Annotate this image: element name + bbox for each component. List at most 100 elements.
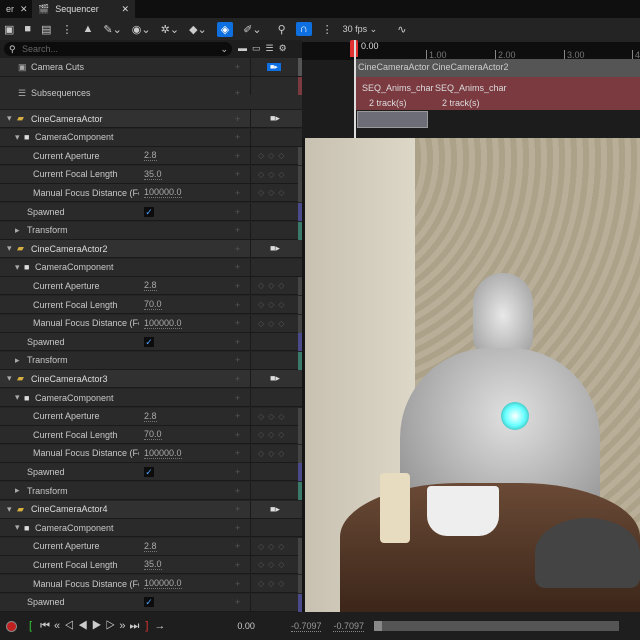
add-icon[interactable]: + (235, 318, 240, 328)
viewport[interactable] (305, 138, 640, 612)
edit-icon[interactable]: ✐⌄ (243, 23, 261, 36)
track-row-sp[interactable]: + Spawned ✓ (0, 593, 302, 612)
snap-magnet-icon[interactable]: ∩ (295, 22, 312, 36)
add-icon[interactable]: + (235, 467, 240, 477)
spawned-checkbox[interactable]: ✓ (144, 206, 154, 217)
camera-cut-section[interactable]: CineCameraActor (358, 62, 430, 72)
keyframe-nav-icons[interactable]: ◇◇◇ (258, 430, 288, 439)
track-row-fl[interactable]: + Current Focal Length 70.0 ◇◇◇ (0, 296, 302, 314)
track-row-cuts[interactable]: + ▣ Camera Cuts ■▸ (0, 58, 302, 77)
property-value[interactable]: 35.0 (144, 559, 162, 571)
add-icon[interactable]: + (235, 114, 240, 124)
expand-arrow-icon[interactable]: ▾ (7, 373, 12, 384)
add-icon[interactable]: + (235, 374, 240, 384)
chevron-down-icon[interactable]: ⌄ (220, 42, 228, 56)
add-icon[interactable]: + (235, 504, 240, 514)
add-icon[interactable]: + (235, 88, 240, 98)
more-icon[interactable]: ⋮ (322, 23, 333, 36)
expand-arrow-icon[interactable]: ▾ (7, 243, 12, 254)
render-icon[interactable]: ▤ (41, 23, 51, 36)
keyframe-nav-icons[interactable]: ◇◇◇ (258, 300, 288, 309)
property-value[interactable]: 100000.0 (144, 448, 182, 459)
add-icon[interactable]: + (235, 560, 240, 570)
camera-icon[interactable]: ■ (24, 23, 31, 35)
view-range-end[interactable]: -0.7097 (333, 621, 365, 632)
camera-cut-section[interactable]: CineCameraActor2 (432, 62, 509, 72)
add-icon[interactable]: + (235, 579, 240, 589)
expand-arrow-icon[interactable]: ▾ (7, 113, 12, 124)
set-end-icon[interactable]: ] (145, 620, 148, 632)
add-icon[interactable]: + (235, 486, 240, 496)
track-row-fd[interactable]: + Manual Focus Distance (Focu 100000.0 ◇◇◇ (0, 444, 302, 463)
add-icon[interactable]: + (235, 597, 240, 607)
track-row-fd[interactable]: + Manual Focus Distance (Focu 100000.0 ◇◇◇ (0, 184, 302, 203)
add-icon[interactable]: + (235, 541, 240, 551)
track-row-actor[interactable]: + ▾ ▰ CineCameraActor ■▸ (0, 110, 302, 128)
close-icon[interactable]: ✕ (20, 4, 28, 15)
add-icon[interactable]: + (235, 262, 240, 272)
property-value[interactable]: 70.0 (144, 299, 162, 310)
spawned-checkbox[interactable]: ✓ (144, 466, 154, 477)
expand-arrow-icon[interactable]: ▾ (7, 504, 12, 515)
add-icon[interactable]: + (235, 132, 240, 142)
add-icon[interactable]: + (235, 411, 240, 421)
property-value[interactable]: 2.8 (144, 541, 157, 552)
tab-sequencer[interactable]: 🎬 Sequencer ✕ (32, 0, 135, 18)
add-icon[interactable]: + (235, 448, 240, 458)
track-row-comp[interactable]: + ▾ ■ CameraComponent (0, 258, 302, 277)
add-icon[interactable]: + (235, 188, 240, 198)
add-icon[interactable]: + (235, 393, 240, 403)
keyframe-nav-icons[interactable]: ◇◇◇ (258, 281, 288, 290)
loop-icon[interactable]: → (154, 620, 165, 632)
property-value[interactable]: 35.0 (144, 169, 162, 180)
expand-arrow-icon[interactable]: ▾ (15, 262, 20, 273)
camera-icon[interactable]: ■▸ (270, 504, 280, 515)
add-icon[interactable]: + (235, 281, 240, 291)
record-button[interactable] (6, 620, 17, 632)
subsequence-section[interactable]: SEQ_Anims_char 2 track(s) (435, 81, 507, 111)
property-value[interactable]: 2.8 (144, 280, 157, 292)
property-value[interactable]: 2.8 (144, 150, 157, 162)
track-row-sp[interactable]: + Spawned ✓ (0, 203, 302, 221)
timeline[interactable]: 0.00 1.00 2.00 3.00 4.0 CineCameraActor … (302, 40, 640, 138)
curve-editor-icon[interactable]: ∿ (397, 23, 406, 36)
add-icon[interactable]: + (235, 244, 240, 254)
expand-arrow-icon[interactable]: ▾ (15, 522, 20, 533)
add-icon[interactable]: + (235, 300, 240, 310)
property-value[interactable]: 70.0 (144, 429, 162, 441)
expand-arrow-icon[interactable]: ▸ (15, 485, 20, 496)
track-row-comp[interactable]: + ▾ ■ CameraComponent (0, 128, 302, 147)
track-row-fl[interactable]: + Current Focal Length 35.0 ◇◇◇ (0, 556, 302, 575)
track-row-sub[interactable]: + ☰ Subsequences (0, 77, 302, 110)
track-row-actor[interactable]: + ▾ ▰ CineCameraActor4 ■▸ (0, 500, 302, 519)
expand-arrow-icon[interactable]: ▸ (15, 225, 20, 236)
more-icon[interactable]: ⋮ (61, 23, 72, 36)
search-input[interactable]: ⚲ Search... ⌄ (4, 42, 232, 56)
keyframe-nav-icons[interactable]: ◇◇◇ (258, 449, 288, 458)
playback-controls[interactable]: ⏮«◁◀▶▷»⏭ (40, 620, 143, 633)
track-row-ap[interactable]: + Current Aperture 2.8 ◇◇◇ (0, 537, 302, 556)
track-row-tr[interactable]: + ▸ Transform (0, 221, 302, 240)
add-icon[interactable]: + (235, 169, 240, 179)
current-time[interactable]: 0.00 (237, 621, 255, 631)
add-icon[interactable]: + (235, 207, 240, 217)
keyframe-nav-icons[interactable]: ◇◇◇ (258, 319, 288, 328)
add-icon[interactable]: + (235, 62, 240, 72)
marker-icon[interactable]: ⚲ (278, 23, 286, 36)
track-row-ap[interactable]: + Current Aperture 2.8 ◇◇◇ (0, 277, 302, 296)
camera-icon[interactable]: ■▸ (270, 373, 280, 384)
keyframe-nav-icons[interactable]: ◇◇◇ (258, 170, 288, 179)
track-row-actor[interactable]: + ▾ ▰ CineCameraActor3 ■▸ (0, 370, 302, 389)
track-row-sp[interactable]: + Spawned ✓ (0, 463, 302, 482)
key-icon[interactable]: ◆⌄ (189, 23, 207, 36)
camera-lock-icon[interactable]: ■▸ (267, 63, 281, 71)
property-value[interactable]: 100000.0 (144, 578, 182, 589)
actions-icon[interactable]: ▲ (82, 23, 93, 35)
track-row-comp[interactable]: + ▾ ■ CameraComponent (0, 389, 302, 407)
track-row-sp[interactable]: + Spawned ✓ (0, 333, 302, 352)
spawned-checkbox[interactable]: ✓ (144, 597, 154, 608)
close-icon[interactable]: ✕ (121, 4, 129, 15)
tab-previous[interactable]: er ✕ (0, 0, 30, 18)
set-start-icon[interactable]: [ (29, 620, 32, 632)
keyframe-nav-icons[interactable]: ◇◇◇ (258, 542, 288, 551)
